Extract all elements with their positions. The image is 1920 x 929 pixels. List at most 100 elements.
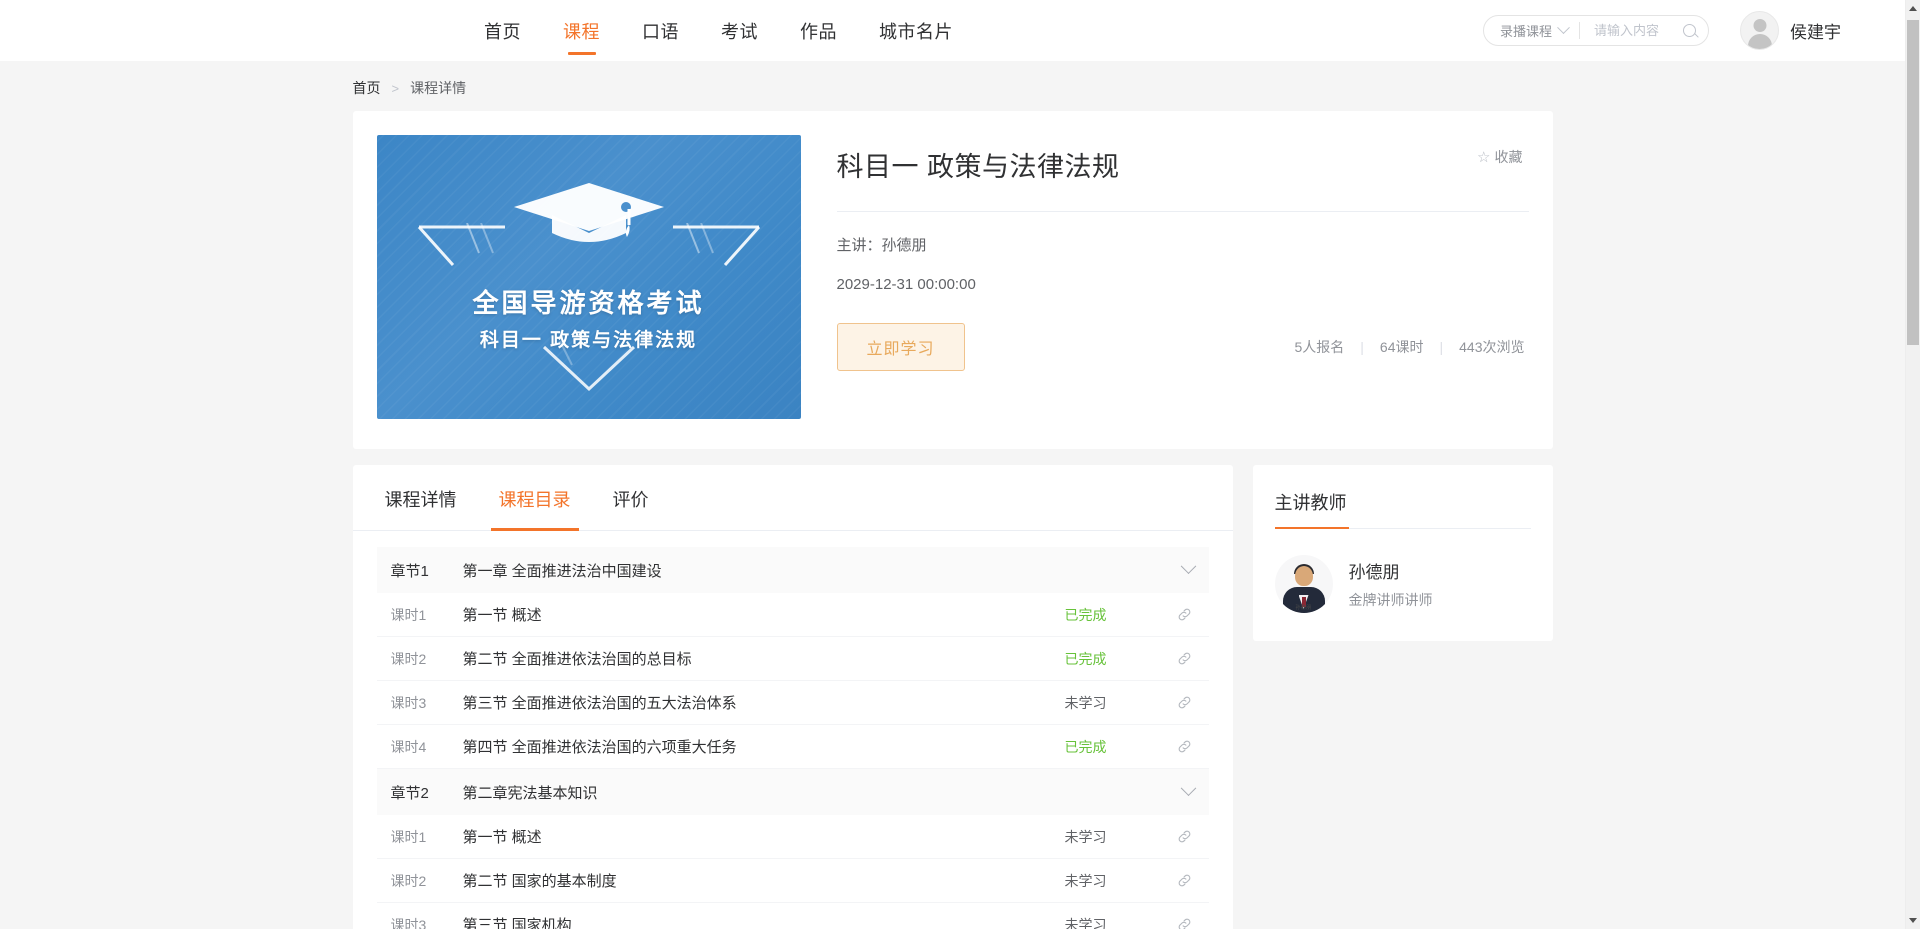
user-menu[interactable]: 侯建宇: [1740, 11, 1841, 50]
lesson-title: 第四节 全面推进依法治国的六项重大任务: [462, 739, 737, 756]
link-icon[interactable]: [1175, 737, 1194, 756]
stat-enrolled: 5人报名: [1294, 339, 1345, 355]
stat-views: 443次浏览: [1459, 339, 1525, 355]
course-info: 科目一 政策与法律法规 ☆ 收藏 主讲：孙德朋 2029-12-31 00:00…: [836, 135, 1529, 419]
avatar-watermark: 孙德朋: [1295, 605, 1312, 611]
course-instructor: 主讲：孙德朋: [836, 237, 927, 254]
lesson-number: 课时3: [390, 916, 427, 929]
lesson-row[interactable]: 课时1 第一节 概述 未学习: [376, 815, 1209, 859]
scrollbar-down-arrow[interactable]: [1906, 912, 1920, 929]
nav-label: 口语: [642, 21, 679, 42]
lesson-row[interactable]: 课时4 第四节 全面推进依法治国的六项重大任务 已完成: [376, 725, 1209, 769]
search-icon[interactable]: [1683, 24, 1696, 37]
instructor-card[interactable]: 孙德朋 孙德朋 金牌讲师讲师: [1274, 555, 1531, 613]
lesson-status: 未学习: [1064, 694, 1107, 711]
breadcrumb-separator: >: [391, 80, 400, 96]
nav-item-exam[interactable]: 考试: [700, 0, 779, 61]
lesson-row[interactable]: 课时2 第二节 全面推进依法治国的总目标 已完成: [376, 637, 1209, 681]
lesson-number: 课时4: [390, 738, 427, 755]
nav-item-home[interactable]: 首页: [463, 0, 542, 61]
tab-course-detail[interactable]: 课程详情: [377, 465, 465, 530]
search-category-select[interactable]: 录播课程: [1484, 16, 1579, 45]
link-icon[interactable]: [1175, 871, 1194, 890]
breadcrumb-current: 课程详情: [410, 80, 467, 96]
link-icon[interactable]: [1175, 693, 1194, 712]
tab-course-catalog[interactable]: 课程目录: [490, 465, 579, 531]
chevron-down-icon[interactable]: [1180, 779, 1196, 796]
lesson-title: 第二节 全面推进依法治国的总目标: [462, 651, 692, 668]
page-title: 科目一 政策与法律法规: [836, 152, 1120, 182]
course-hero: 全国导游资格考试 科目一 政策与法律法规 科目一 政策与法律法规 ☆ 收藏 主讲…: [352, 111, 1553, 449]
instructor-meta: 孙德朋 金牌讲师讲师: [1349, 558, 1433, 610]
lesson-status: 已完成: [1064, 738, 1107, 755]
tab-label: 课程目录: [498, 490, 571, 510]
start-learning-button[interactable]: 立即学习: [836, 323, 965, 371]
avatar-head: [1294, 566, 1313, 586]
triangle-down-icon: [1909, 918, 1917, 923]
nav-item-city-card[interactable]: 城市名片: [858, 0, 974, 61]
chevron-down-icon: [1557, 21, 1570, 35]
lesson-row[interactable]: 课时3 第三节 全面推进依法治国的五大法治体系 未学习: [376, 681, 1209, 725]
lesson-row[interactable]: 课时1 第一节 概述 已完成: [376, 593, 1209, 637]
link-icon[interactable]: [1175, 827, 1194, 846]
stat-separator: |: [1439, 339, 1444, 355]
nav-item-spoken[interactable]: 口语: [621, 0, 700, 61]
breadcrumb-home[interactable]: 首页: [353, 78, 381, 98]
page-scrollbar[interactable]: [1905, 0, 1920, 929]
search-input[interactable]: [1594, 23, 1676, 38]
nav-item-works[interactable]: 作品: [779, 0, 858, 61]
lesson-title: 第一节 概述: [462, 829, 542, 846]
main-content: 课程详情 课程目录 评价 章节1 第一章 全面推进法治中国建设 课时1 第一节 …: [352, 465, 1553, 929]
search-category-label: 录播课程: [1499, 24, 1552, 39]
lesson-status: 未学习: [1064, 828, 1107, 845]
link-icon[interactable]: [1175, 605, 1194, 624]
thumbnail-title: 全国导游资格考试: [472, 288, 705, 318]
course-stats: 5人报名 | 64课时 | 443次浏览: [1294, 337, 1528, 357]
star-icon: ☆: [1477, 148, 1491, 166]
lesson-title: 第一节 概述: [462, 607, 542, 624]
lesson-number: 课时2: [390, 872, 427, 889]
lesson-status: 已完成: [1064, 606, 1107, 623]
lesson-status: 未学习: [1064, 872, 1107, 889]
lesson-title: 第二节 国家的基本制度: [462, 873, 617, 890]
chevron-down-icon[interactable]: [1180, 557, 1196, 574]
lesson-title: 第三节 国家机构: [462, 917, 572, 929]
stat-separator: |: [1360, 339, 1364, 355]
favorite-button[interactable]: ☆ 收藏: [1477, 147, 1522, 167]
nav-label: 考试: [721, 21, 758, 42]
link-icon[interactable]: [1175, 915, 1194, 929]
lesson-number: 课时3: [390, 694, 427, 711]
instructor-name: 孙德朋: [1348, 563, 1400, 582]
lesson-row[interactable]: 课时3 第三节 国家机构 未学习: [377, 903, 1209, 929]
tab-reviews[interactable]: 评价: [605, 465, 657, 530]
search-field: [1580, 16, 1708, 45]
lesson-number: 课时1: [390, 606, 427, 623]
chapter-title: 第二章宪法基本知识: [462, 784, 598, 802]
tab-label: 评价: [612, 490, 649, 510]
scrollbar-up-arrow[interactable]: [1906, 0, 1920, 17]
tab-label: 课程详情: [384, 490, 457, 510]
search-box: 录播课程: [1482, 15, 1709, 46]
nav-label: 首页: [484, 21, 521, 42]
nav-item-courses[interactable]: 课程: [542, 0, 621, 61]
course-thumbnail: 全国导游资格考试 科目一 政策与法律法规: [376, 135, 801, 419]
triangle-up-icon: [1909, 6, 1917, 11]
instructor-role: 金牌讲师讲师: [1348, 592, 1433, 608]
lesson-number: 课时1: [390, 828, 427, 845]
course-tabs: 课程详情 课程目录 评价: [352, 465, 1233, 531]
main-navigation: 首页 课程 口语 考试 作品 城市名片: [463, 0, 974, 61]
chapter-header[interactable]: 章节1 第一章 全面推进法治中国建设: [376, 547, 1209, 593]
v-mark-decoration: [542, 341, 635, 392]
chapter-title: 第一章 全面推进法治中国建设: [462, 562, 662, 580]
breadcrumb: 首页 > 课程详情: [353, 61, 1553, 111]
instructor-panel-title: 主讲教师: [1274, 493, 1347, 513]
nav-label: 课程: [563, 21, 600, 42]
scrollbar-thumb[interactable]: [1907, 20, 1919, 345]
chapter-number: 章节2: [390, 784, 429, 802]
chapter-header[interactable]: 章节2 第二章宪法基本知识: [376, 769, 1209, 815]
lesson-row[interactable]: 课时2 第二节 国家的基本制度 未学习: [376, 859, 1209, 903]
instructor-avatar: 孙德朋: [1274, 555, 1333, 613]
right-chevron-decoration: [672, 223, 760, 267]
link-icon[interactable]: [1175, 649, 1194, 668]
nav-label: 作品: [800, 21, 837, 42]
